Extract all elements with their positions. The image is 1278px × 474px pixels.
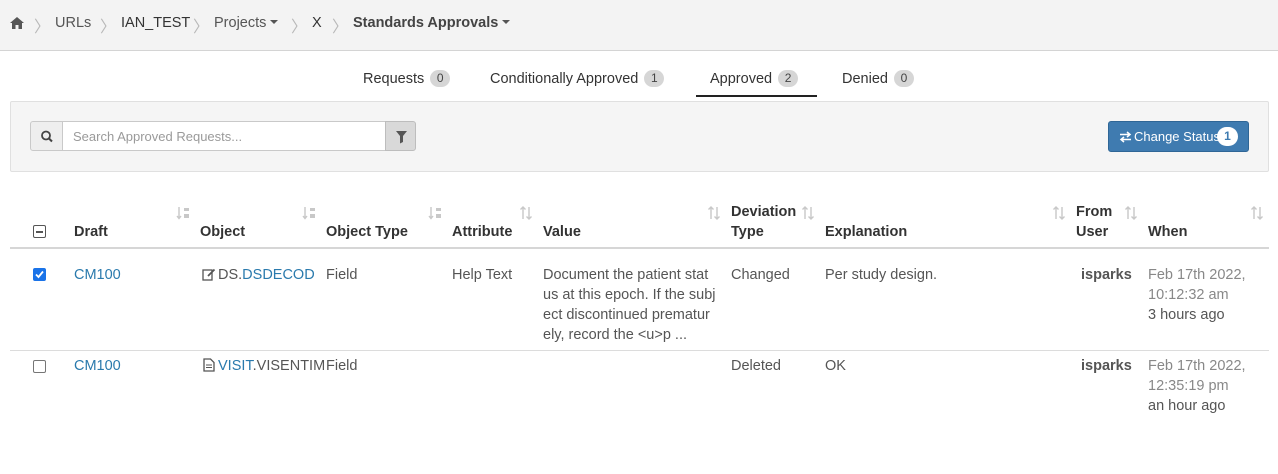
draft-link[interactable]: CM100 [74,265,121,285]
breadcrumb-bar: 〉 URLs 〉 IAN_TEST 〉 Projects 〉 X 〉 Stand… [0,0,1278,51]
check-icon [35,270,44,279]
breadcrumb-projects-dropdown[interactable]: Projects [214,15,279,31]
column-header-explanation[interactable]: Explanation [825,222,907,242]
object-link[interactable]: DSDECOD [242,267,315,283]
value-line: us at this epoch. If the subj [543,287,716,303]
column-header-deviation-type[interactable]: Deviation Type [731,202,796,242]
column-header-draft[interactable]: Draft [74,222,108,242]
row-checkbox[interactable] [33,360,46,373]
sort-icon[interactable] [519,205,533,221]
when-relative: 3 hours ago [1148,307,1225,323]
breadcrumb-separator: 〉 [332,19,349,36]
object-cell: DS.DSDECOD [218,265,315,285]
breadcrumb-urls[interactable]: URLs [55,15,91,31]
column-header-value[interactable]: Value [543,222,581,242]
selected-count-badge: 1 [1217,127,1238,146]
chevron-down-icon [270,20,279,25]
breadcrumb-ian-test[interactable]: IAN_TEST [121,15,190,31]
filter-icon [396,131,407,144]
object-cell: VISIT.VISENTIM [218,356,325,376]
search-input[interactable] [62,121,386,151]
breadcrumb-x[interactable]: X [312,15,322,31]
breadcrumb-standards-approvals-dropdown[interactable]: Standards Approvals [353,15,511,31]
breadcrumb-current-label: Standards Approvals [353,15,499,31]
search-icon [41,130,53,143]
value-cell: Document the patient stat us at this epo… [543,265,723,345]
column-header-from-user[interactable]: From User [1076,202,1112,242]
row-divider [10,350,1269,351]
object-link[interactable]: VISIT [218,358,253,374]
document-icon [203,358,215,372]
header-line: Type [731,224,764,240]
when-date: Feb 17th 2022, [1148,358,1246,374]
value-line: Document the patient stat [543,267,709,283]
count-badge: 1 [644,70,665,87]
from-user-cell: isparks [1081,267,1132,283]
exchange-icon [1119,131,1132,143]
tab-denied[interactable]: Denied 0 [842,70,914,87]
breadcrumb-separator: 〉 [100,19,117,36]
column-header-attribute[interactable]: Attribute [452,222,512,242]
draft-link[interactable]: CM100 [74,356,121,376]
deviation-type-cell: Changed [731,267,790,283]
sort-icon[interactable] [1124,205,1138,221]
breadcrumb-projects-label: Projects [214,15,267,31]
select-all-checkbox[interactable] [33,225,46,238]
explanation-cell: Per study design. [825,267,938,283]
object-type-cell: Field [326,358,358,374]
edit-icon [202,268,216,281]
column-header-when[interactable]: When [1148,222,1187,242]
header-line: Deviation [731,204,797,220]
count-badge: 0 [893,70,914,87]
attribute-cell: Help Text [452,267,513,283]
filter-button[interactable] [385,121,416,151]
tab-requests[interactable]: Requests 0 [363,70,451,87]
active-tab-indicator [696,95,817,97]
tab-label: Approved [710,71,773,87]
tab-conditionally-approved[interactable]: Conditionally Approved 1 [490,70,665,87]
from-user-cell: isparks [1081,358,1132,374]
value-line: ely, record the <u>p ... [543,327,688,343]
when-cell: Feb 17th 2022, 12:35:19 pm an hour ago [1148,356,1246,416]
home-icon[interactable] [10,17,24,29]
header-line: User [1076,224,1109,240]
explanation-cell: OK [825,358,846,374]
tab-label: Requests [363,71,425,87]
tab-label: Conditionally Approved [490,71,639,87]
row-checkbox[interactable] [33,268,46,281]
count-badge: 0 [430,70,451,87]
tab-label: Denied [842,71,888,87]
sort-alpha-icon[interactable] [428,205,442,221]
column-header-object-type[interactable]: Object Type [326,222,408,242]
column-header-object[interactable]: Object [200,222,245,242]
header-divider [10,247,1269,249]
deviation-type-cell: Deleted [731,358,781,374]
object-prefix: DS. [218,267,243,283]
breadcrumb-separator: 〉 [34,19,51,36]
when-date: Feb 17th 2022, [1148,267,1246,283]
when-relative: an hour ago [1148,398,1226,414]
object-type-cell: Field [326,267,358,283]
change-status-label: Change Status [1134,129,1221,144]
sort-icon[interactable] [1250,205,1264,221]
when-time: 12:35:19 pm [1148,378,1229,394]
search-addon [30,121,63,151]
breadcrumb-separator: 〉 [291,19,308,36]
sort-icon[interactable] [801,205,815,221]
chevron-down-icon [502,20,511,25]
breadcrumb-separator: 〉 [193,19,210,36]
when-time: 10:12:32 am [1148,287,1229,303]
change-status-button[interactable]: Change Status 1 [1108,121,1249,152]
sort-alpha-icon[interactable] [176,205,190,221]
value-line: ect discontinued prematur [543,307,710,323]
sort-icon[interactable] [707,205,721,221]
when-cell: Feb 17th 2022, 10:12:32 am 3 hours ago [1148,265,1246,325]
sort-icon[interactable] [1052,205,1066,221]
object-suffix: .VISENTIM [252,358,326,374]
tab-approved[interactable]: Approved 2 [710,70,799,87]
sort-alpha-icon[interactable] [302,205,316,221]
count-badge: 2 [778,70,799,87]
header-line: From [1076,204,1113,220]
